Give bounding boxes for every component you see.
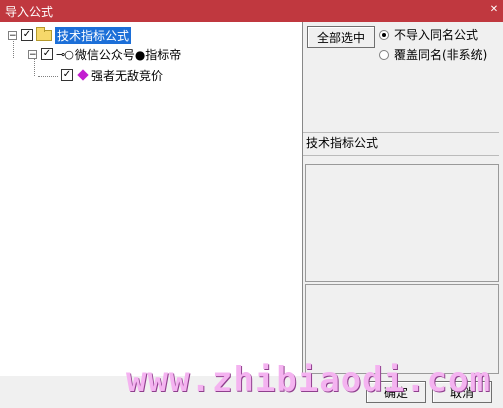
formula-info-box (305, 164, 499, 282)
formula-tree[interactable]: − ✓ 技术指标公式 − ✓ ⊸○ 微信公众号●指标帝 ✓ 强者无敌竞价 (0, 22, 303, 376)
radio-icon[interactable] (379, 29, 389, 40)
radio-icon[interactable] (379, 49, 389, 60)
collapse-icon[interactable]: − (8, 30, 17, 40)
window-title: 导入公式 (5, 5, 54, 19)
watermark-text: www.zhibiaodi.com (126, 360, 491, 400)
title-bar: 导入公式 ✕ (0, 0, 503, 22)
tree-node-root[interactable]: − ✓ 技术指标公式 (8, 26, 132, 44)
tree-node-label[interactable]: 强者无敌竞价 (91, 67, 163, 84)
select-all-button[interactable]: 全部选中 (307, 26, 375, 48)
key-icon: ⊸○ (56, 47, 74, 61)
formula-category-label: 技术指标公式 (303, 132, 499, 156)
tree-node-label[interactable]: 技术指标公式 (55, 26, 132, 44)
radio-label: 覆盖同名(非系统) (394, 48, 488, 62)
tree-node-child[interactable]: − ✓ ⊸○ 微信公众号●指标帝 (28, 45, 181, 63)
radio-label: 不导入同名公式 (394, 28, 479, 42)
tree-node-leaf[interactable]: ✓ 强者无敌竞价 (61, 66, 163, 84)
options-panel: 全部选中 不导入同名公式 覆盖同名(非系统) 技术指标公式 (303, 22, 503, 376)
formula-icon (77, 69, 89, 81)
radio-no-import-duplicate[interactable]: 不导入同名公式 (379, 26, 478, 43)
close-icon[interactable]: ✕ (487, 3, 501, 17)
radio-overwrite-duplicate[interactable]: 覆盖同名(非系统) (379, 46, 487, 63)
leaf-checkbox[interactable]: ✓ (61, 69, 73, 81)
collapse-icon[interactable]: − (28, 49, 37, 59)
child-checkbox[interactable]: ✓ (41, 48, 53, 60)
tree-node-label[interactable]: 微信公众号●指标帝 (75, 46, 181, 63)
root-checkbox[interactable]: ✓ (21, 29, 33, 41)
folder-icon (36, 26, 52, 41)
